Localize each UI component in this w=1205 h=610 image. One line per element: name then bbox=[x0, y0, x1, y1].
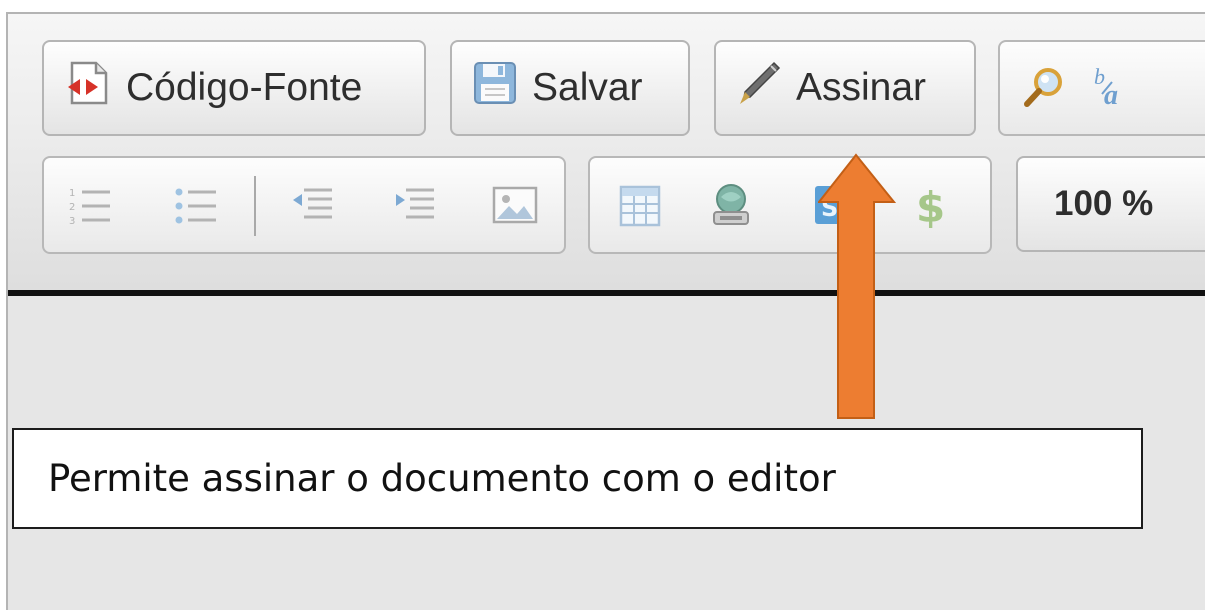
toolbar-separator bbox=[254, 176, 256, 236]
zoom-select[interactable]: 100 % bbox=[1016, 156, 1205, 252]
svg-text:1: 1 bbox=[69, 188, 75, 199]
magnifier-icon[interactable] bbox=[1022, 66, 1066, 115]
outdent-icon[interactable] bbox=[290, 184, 334, 233]
dollar-icon[interactable]: $ bbox=[912, 180, 952, 235]
save-label: Salvar bbox=[532, 66, 643, 109]
stamp-icon[interactable] bbox=[708, 182, 754, 233]
spell-check-icon[interactable]: b a bbox=[1092, 64, 1138, 115]
search-tools-group: b a bbox=[998, 40, 1205, 136]
svg-text:3: 3 bbox=[69, 216, 75, 227]
source-code-label: Código-Fonte bbox=[126, 66, 363, 109]
source-code-icon bbox=[64, 59, 112, 117]
sign-button[interactable]: Assinar bbox=[714, 40, 976, 136]
image-icon[interactable] bbox=[492, 184, 538, 231]
svg-text:$: $ bbox=[916, 183, 945, 230]
bulleted-list-icon[interactable] bbox=[174, 184, 218, 233]
pen-icon bbox=[736, 60, 782, 116]
source-code-button[interactable]: Código-Fonte bbox=[42, 40, 426, 136]
annotation-caption: Permite assinar o documento com o editor bbox=[12, 428, 1143, 529]
annotation-arrow bbox=[818, 153, 897, 419]
table-icon[interactable] bbox=[618, 184, 662, 233]
zoom-value: 100 % bbox=[1054, 184, 1154, 223]
numbered-list-icon[interactable]: 1 2 3 bbox=[68, 184, 112, 233]
editor-toolbar: Código-Fonte Salvar Assinar b a 1 2 3 S … bbox=[8, 14, 1205, 296]
list-tools-group: 1 2 3 bbox=[42, 156, 566, 254]
indent-icon[interactable] bbox=[392, 184, 436, 233]
svg-text:2: 2 bbox=[69, 202, 75, 213]
floppy-disk-icon bbox=[472, 60, 518, 116]
sign-label: Assinar bbox=[796, 66, 927, 109]
save-button[interactable]: Salvar bbox=[450, 40, 690, 136]
annotation-caption-text: Permite assinar o documento com o editor bbox=[48, 457, 836, 500]
insert-tools-group: S $ bbox=[588, 156, 992, 254]
